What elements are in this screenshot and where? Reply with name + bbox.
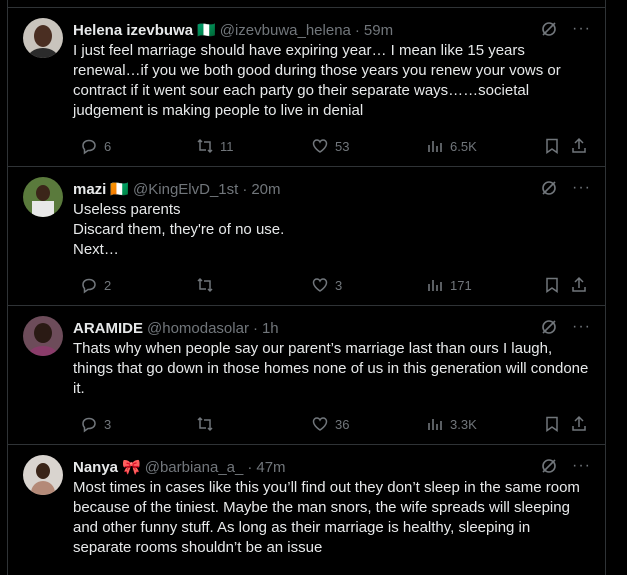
like-button[interactable]: 3 <box>311 276 342 294</box>
share-icon <box>572 137 586 153</box>
reply-button[interactable]: 2 <box>80 276 111 294</box>
retweet-button[interactable]: 11 <box>196 137 234 155</box>
like-button[interactable]: 36 <box>311 415 349 433</box>
share-button[interactable] <box>570 276 594 294</box>
flag-icon: 🇳🇬 <box>197 22 216 39</box>
like-button[interactable]: 53 <box>311 137 349 155</box>
more-icon[interactable]: ··· <box>572 180 591 196</box>
grok-icon[interactable] <box>540 457 558 475</box>
bookmark-button[interactable] <box>543 137 567 155</box>
grok-icon[interactable] <box>540 179 558 197</box>
retweet-icon <box>197 138 213 154</box>
reply-icon <box>82 139 96 155</box>
avatar[interactable] <box>23 316 63 356</box>
avatar[interactable] <box>23 455 63 495</box>
analytics-icon <box>428 141 442 152</box>
reply-button[interactable]: 3 <box>80 415 111 433</box>
separator: · <box>242 180 248 198</box>
views-button[interactable]: 6.5K <box>426 137 477 155</box>
bookmark-button[interactable] <box>543 276 567 294</box>
share-icon <box>572 415 586 431</box>
retweet-icon <box>197 277 213 293</box>
tweet-text: Useless parents Discard them, they're of… <box>73 201 285 258</box>
timestamp[interactable]: 47m <box>256 459 285 476</box>
flag-icon: 🇨🇮 <box>110 181 130 198</box>
more-icon[interactable]: ··· <box>572 21 591 37</box>
tweet[interactable]: Nanya 🎀 @barbiana_a_ · 47m ··· Most time… <box>8 445 605 575</box>
grok-icon[interactable] <box>540 318 558 336</box>
share-button[interactable] <box>570 415 594 433</box>
views-button[interactable]: 171 <box>426 276 472 294</box>
tweet-text: Most times in cases like this you’ll fin… <box>73 479 580 556</box>
author-name[interactable]: Nanya <box>73 459 118 476</box>
analytics-icon <box>428 280 442 291</box>
reply-count: 2 <box>104 277 112 293</box>
analytics-icon <box>428 419 442 430</box>
tweet-text: Thats why when people say our parent’s m… <box>73 340 589 397</box>
tweet-text: I just feel marriage should have expirin… <box>73 42 561 119</box>
reply-icon <box>82 417 96 433</box>
view-count: 3.3K <box>450 416 477 432</box>
bookmark-icon <box>546 416 558 432</box>
author-handle[interactable]: @barbiana_a_ <box>145 459 244 476</box>
author-name[interactable]: ARAMIDE <box>73 320 143 337</box>
author-handle[interactable]: @KingElvD_1st <box>133 181 238 198</box>
like-count: 36 <box>335 416 350 432</box>
heart-icon <box>312 278 328 292</box>
separator: · <box>247 458 253 476</box>
separator: · <box>252 319 258 337</box>
share-button[interactable] <box>570 137 594 155</box>
timestamp[interactable]: 59m <box>364 22 393 39</box>
reply-count: 3 <box>104 416 112 432</box>
retweet-count: 11 <box>220 138 234 154</box>
tweet[interactable]: mazi 🇨🇮 @KingElvD_1st · 20m ··· Useless … <box>8 167 605 306</box>
reply-icon <box>82 278 96 294</box>
retweet-icon <box>197 416 213 432</box>
more-icon[interactable]: ··· <box>572 458 591 474</box>
timeline: Helena izevbuwa 🇳🇬 @izevbuwa_helena · 59… <box>7 0 606 575</box>
avatar[interactable] <box>23 18 63 58</box>
bookmark-icon <box>546 138 558 154</box>
views-button[interactable]: 3.3K <box>426 415 477 433</box>
grok-icon[interactable] <box>540 20 558 38</box>
reply-button[interactable]: 6 <box>80 137 111 155</box>
avatar[interactable] <box>23 177 63 217</box>
author-name[interactable]: mazi <box>73 181 106 198</box>
heart-icon <box>312 417 328 431</box>
view-count: 6.5K <box>450 138 477 154</box>
more-icon[interactable]: ··· <box>572 319 591 335</box>
tweet[interactable]: Helena izevbuwa 🇳🇬 @izevbuwa_helena · 59… <box>8 8 605 167</box>
bookmark-button[interactable] <box>543 415 567 433</box>
timestamp[interactable]: 1h <box>262 320 279 337</box>
like-count: 3 <box>335 277 343 293</box>
timestamp[interactable]: 20m <box>251 181 280 198</box>
author-handle[interactable]: @izevbuwa_helena <box>220 22 351 39</box>
separator: · <box>354 21 360 39</box>
view-count: 171 <box>450 277 472 293</box>
retweet-button[interactable] <box>196 415 220 433</box>
author-name[interactable]: Helena izevbuwa <box>73 22 193 39</box>
like-count: 53 <box>335 138 350 154</box>
reply-count: 6 <box>104 138 112 154</box>
author-handle[interactable]: @homodasolar <box>147 320 249 337</box>
share-icon <box>572 276 586 292</box>
ribbon-icon: 🎀 <box>122 459 141 476</box>
tweet[interactable]: ARAMIDE @homodasolar · 1h ··· Thats why … <box>8 306 605 445</box>
bookmark-icon <box>546 277 558 293</box>
heart-icon <box>312 139 328 153</box>
retweet-button[interactable] <box>196 276 220 294</box>
